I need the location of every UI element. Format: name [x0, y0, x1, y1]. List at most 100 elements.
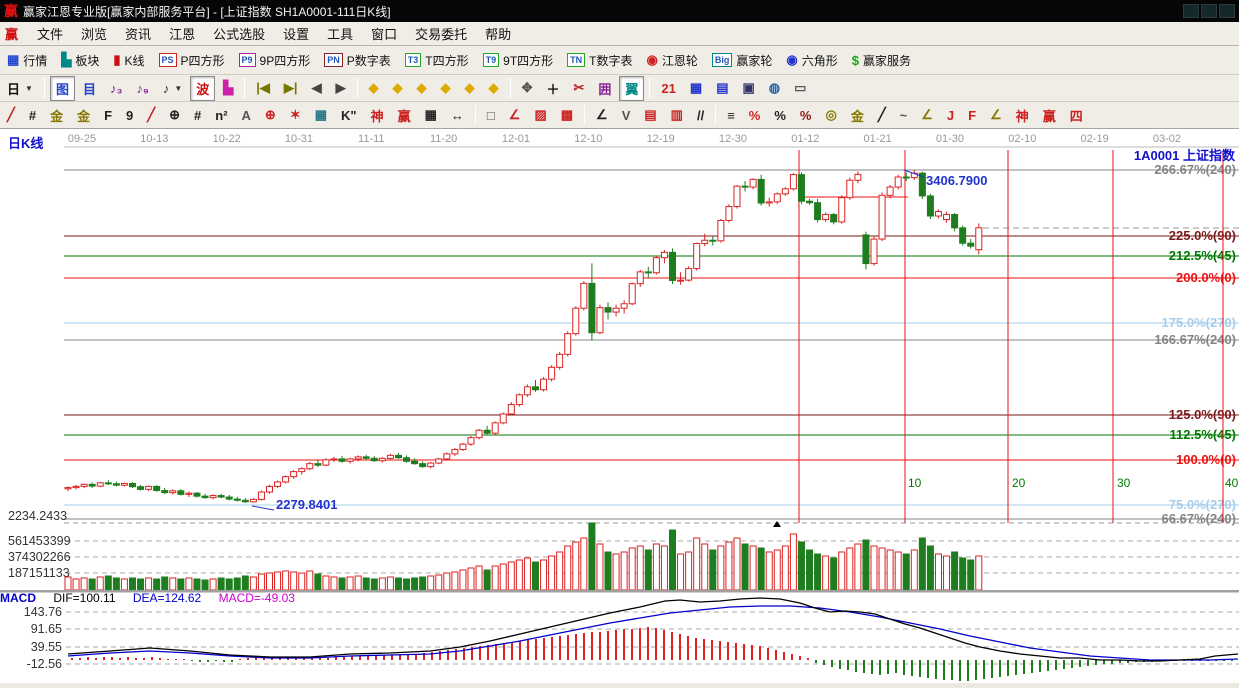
- period-day-button[interactable]: 日▼: [1, 76, 39, 101]
- hexagon-button[interactable]: ◉六角形: [780, 49, 843, 72]
- t-table-button[interactable]: TNT数字表: [561, 49, 638, 72]
- 9t-square-button[interactable]: T99T四方形: [477, 49, 560, 72]
- spiral9-tool[interactable]: 9: [120, 105, 139, 126]
- gann-grid-tool[interactable]: #: [23, 105, 42, 126]
- gold-angle-tool[interactable]: ∠: [915, 104, 939, 126]
- diamond-right-button[interactable]: ◆: [387, 77, 409, 99]
- crosshair-button[interactable]: ＋: [540, 76, 565, 101]
- wave-a-tool[interactable]: ~: [894, 105, 914, 126]
- winner-service-button[interactable]: $赢家服务: [846, 49, 917, 72]
- brain-tool-button[interactable]: 翼: [619, 76, 644, 101]
- brush-tool[interactable]: ╱: [872, 104, 892, 126]
- calculator-button[interactable]: ▦: [684, 77, 708, 99]
- wave-box-button[interactable]: 波: [190, 76, 215, 101]
- red-gridbox-tool[interactable]: ▨: [528, 104, 552, 126]
- wave-v-tool[interactable]: V: [616, 105, 637, 126]
- period-day-button-dropdown-icon[interactable]: ▼: [25, 84, 33, 93]
- grid-123-tool[interactable]: ▦: [419, 104, 443, 126]
- wave-3-button[interactable]: ♪₃: [104, 78, 129, 99]
- calendar-button[interactable]: 21: [655, 78, 681, 99]
- gold-grid2-tool[interactable]: 金: [71, 103, 96, 128]
- quotes-button[interactable]: ▦行情: [1, 49, 53, 72]
- red-gridbox2-tool[interactable]: ▩: [555, 104, 579, 126]
- menu-item-9[interactable]: 交易委托: [406, 21, 476, 46]
- winner-wheel-button[interactable]: Big赢家轮: [706, 49, 779, 72]
- cut-tool-button[interactable]: ✂: [567, 77, 590, 99]
- p-table-button[interactable]: PNP数字表: [318, 49, 397, 72]
- menu-item-2[interactable]: 浏览: [72, 21, 116, 46]
- gold-grid-tool[interactable]: 金: [44, 103, 69, 128]
- list-tool[interactable]: ≡: [721, 105, 741, 126]
- parallel-lines-tool[interactable]: //: [691, 105, 710, 126]
- maximize-button[interactable]: [1201, 4, 1217, 18]
- menu-item-4[interactable]: 江恩: [160, 21, 204, 46]
- compass-circle-tool[interactable]: ⊕: [163, 104, 186, 126]
- width-arrow-tool[interactable]: ↔: [445, 105, 470, 126]
- red-grid3-tool[interactable]: ▤: [638, 104, 662, 126]
- next-button[interactable]: ▶: [330, 77, 352, 99]
- gold-circle-tool[interactable]: ◎: [819, 104, 842, 126]
- note-button[interactable]: ♪▼: [157, 78, 188, 99]
- f-grid-tool[interactable]: F: [98, 105, 118, 126]
- mirror-tool[interactable]: A: [236, 105, 257, 126]
- gann-wheel-button[interactable]: ◉江恩轮: [641, 49, 704, 72]
- f-angle-tool[interactable]: F: [962, 105, 982, 126]
- gold-angle2-tool[interactable]: ∠: [984, 104, 1008, 126]
- first-page-button[interactable]: |◀: [250, 77, 276, 99]
- menu-item-3[interactable]: 资讯: [116, 21, 160, 46]
- red-grid4-tool[interactable]: ▥: [665, 104, 689, 126]
- four-angle-tool[interactable]: 四: [1064, 103, 1089, 128]
- percent-lines-tool[interactable]: %: [794, 105, 818, 126]
- print-button[interactable]: ▭: [788, 77, 812, 99]
- minimize-button[interactable]: [1183, 4, 1199, 18]
- angle-line-tool[interactable]: ∠: [590, 104, 614, 126]
- menu-item-7[interactable]: 工具: [318, 21, 362, 46]
- shen-angle-tool[interactable]: 神: [1010, 103, 1035, 128]
- wave-9-button[interactable]: ♪₉: [130, 78, 154, 99]
- diamond-vexpand-button[interactable]: ◆: [459, 77, 481, 99]
- red-circle-cross-tool[interactable]: ⊕: [259, 104, 282, 126]
- last-page-button[interactable]: ▶|: [278, 77, 304, 99]
- knife2-tool[interactable]: ╱: [141, 104, 161, 126]
- close-button[interactable]: [1219, 4, 1235, 18]
- 9p-square-button[interactable]: P99P四方形: [233, 49, 317, 72]
- prev-button[interactable]: ◀: [306, 77, 328, 99]
- knife-tool[interactable]: ╱: [1, 104, 21, 126]
- square-web-tool[interactable]: ▦: [309, 104, 333, 126]
- web-save-button[interactable]: ◍: [763, 77, 786, 99]
- stamp-tool-button[interactable]: 囲: [592, 76, 617, 101]
- star-web-tool[interactable]: ✶: [284, 104, 307, 126]
- box-tool[interactable]: □: [481, 105, 501, 126]
- percent-tool[interactable]: %: [768, 105, 792, 126]
- gold-lines-tool[interactable]: 金: [845, 103, 870, 128]
- hand-tool-button[interactable]: ✥: [516, 77, 539, 99]
- t-square-button[interactable]: T3T四方形: [399, 49, 475, 72]
- save-button[interactable]: ▣: [736, 77, 760, 99]
- sectors-button[interactable]: ▙板块: [55, 49, 105, 72]
- chart-pattern-button[interactable]: 图: [50, 76, 75, 101]
- kline-button[interactable]: ▮K线: [107, 49, 150, 72]
- n-square-tool[interactable]: n²: [209, 105, 233, 126]
- ying-grid-tool[interactable]: 赢: [392, 103, 417, 128]
- menu-item-1[interactable]: 文件: [28, 21, 72, 46]
- diamond-left-button[interactable]: ◆: [363, 77, 385, 99]
- shen-grid-tool[interactable]: 神: [365, 103, 390, 128]
- j-angle-tool[interactable]: J: [941, 105, 960, 126]
- note-button-dropdown-icon[interactable]: ▼: [174, 84, 182, 93]
- color-distribution-button[interactable]: ▙: [217, 77, 239, 99]
- grid2-tool[interactable]: #: [188, 105, 207, 126]
- menu-item-6[interactable]: 设置: [274, 21, 318, 46]
- info-panel-button[interactable]: 目: [77, 76, 102, 101]
- k-mark-tool[interactable]: K": [335, 105, 363, 126]
- percent-triangle-tool[interactable]: %: [743, 105, 767, 126]
- diamond-expand-button[interactable]: ◆: [411, 77, 433, 99]
- gann-fan-tool[interactable]: ∠: [503, 104, 527, 126]
- notepad-button[interactable]: ▤: [710, 77, 734, 99]
- ying-angle-tool[interactable]: 赢: [1037, 103, 1062, 128]
- menu-item-8[interactable]: 窗口: [362, 21, 406, 46]
- menu-item-5[interactable]: 公式选股: [204, 21, 274, 46]
- diamond-shrink-button[interactable]: ◆: [435, 77, 457, 99]
- diamond-vshrink-button[interactable]: ◆: [483, 77, 505, 99]
- menu-item-10[interactable]: 帮助: [476, 21, 520, 46]
- p-square-button[interactable]: PSP四方形: [153, 49, 231, 72]
